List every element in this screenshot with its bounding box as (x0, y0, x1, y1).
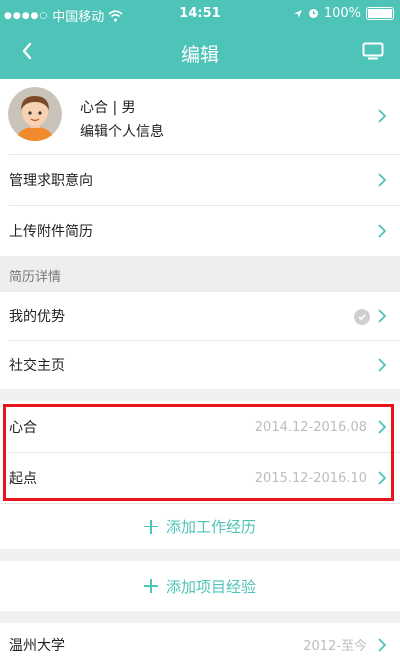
resume-details-title: 简历详情 (9, 270, 62, 285)
battery-percent: 100% (323, 6, 361, 21)
chevron-right-icon (378, 309, 387, 323)
chevron-right-icon (378, 224, 387, 238)
checkmark-icon (354, 309, 370, 325)
add-project-label: 添加项目经验 (165, 577, 256, 596)
preview-button[interactable] (358, 36, 388, 66)
school-name: 温州大学 (9, 637, 65, 654)
education-item[interactable]: 温州大学 2012-至今 (0, 623, 400, 666)
my-strengths-row[interactable]: 我的优势 (0, 292, 400, 340)
upload-resume-row[interactable]: 上传附件简历 (0, 206, 400, 256)
add-work-label: 添加工作经历 (165, 518, 256, 536)
status-bar: ●●●●○ 中国移动 14:51 100% (0, 0, 400, 28)
profile-row[interactable]: 心合 | 男 编辑个人信息 (0, 79, 400, 154)
upload-resume-label: 上传附件简历 (9, 224, 93, 240)
plus-icon (143, 579, 158, 593)
avatar (8, 87, 62, 141)
chevron-right-icon (378, 109, 387, 123)
profile-edit-label: 编辑个人信息 (80, 124, 164, 140)
job-intent-label: 管理求职意向 (9, 173, 93, 189)
page-title: 编辑 (180, 44, 219, 66)
chevron-right-icon (378, 637, 387, 652)
header: ●●●●○ 中国移动 14:51 100% 编辑 (0, 0, 400, 79)
job-intent-row[interactable]: 管理求职意向 (0, 155, 400, 205)
navbar: 编辑 (0, 28, 400, 79)
add-work-button[interactable]: 添加工作经历 (0, 504, 400, 549)
location-icon (293, 9, 302, 18)
education-period: 2012-至今 (303, 639, 367, 654)
battery-icon (366, 7, 394, 20)
add-project-button[interactable]: 添加项目经验 (0, 561, 400, 611)
my-strengths-label: 我的优势 (9, 309, 65, 325)
status-right: 100% (293, 6, 394, 21)
highlight-box (3, 404, 394, 501)
alarm-icon (308, 9, 318, 18)
monitor-icon (362, 42, 384, 60)
social-home-label: 社交主页 (9, 358, 65, 374)
resume-details-header: 简历详情 (0, 256, 400, 292)
chevron-right-icon (378, 358, 387, 372)
plus-icon (143, 519, 158, 534)
social-home-row[interactable]: 社交主页 (0, 341, 400, 389)
chevron-right-icon (378, 173, 387, 187)
profile-name: 心合 | 男 (80, 100, 136, 116)
